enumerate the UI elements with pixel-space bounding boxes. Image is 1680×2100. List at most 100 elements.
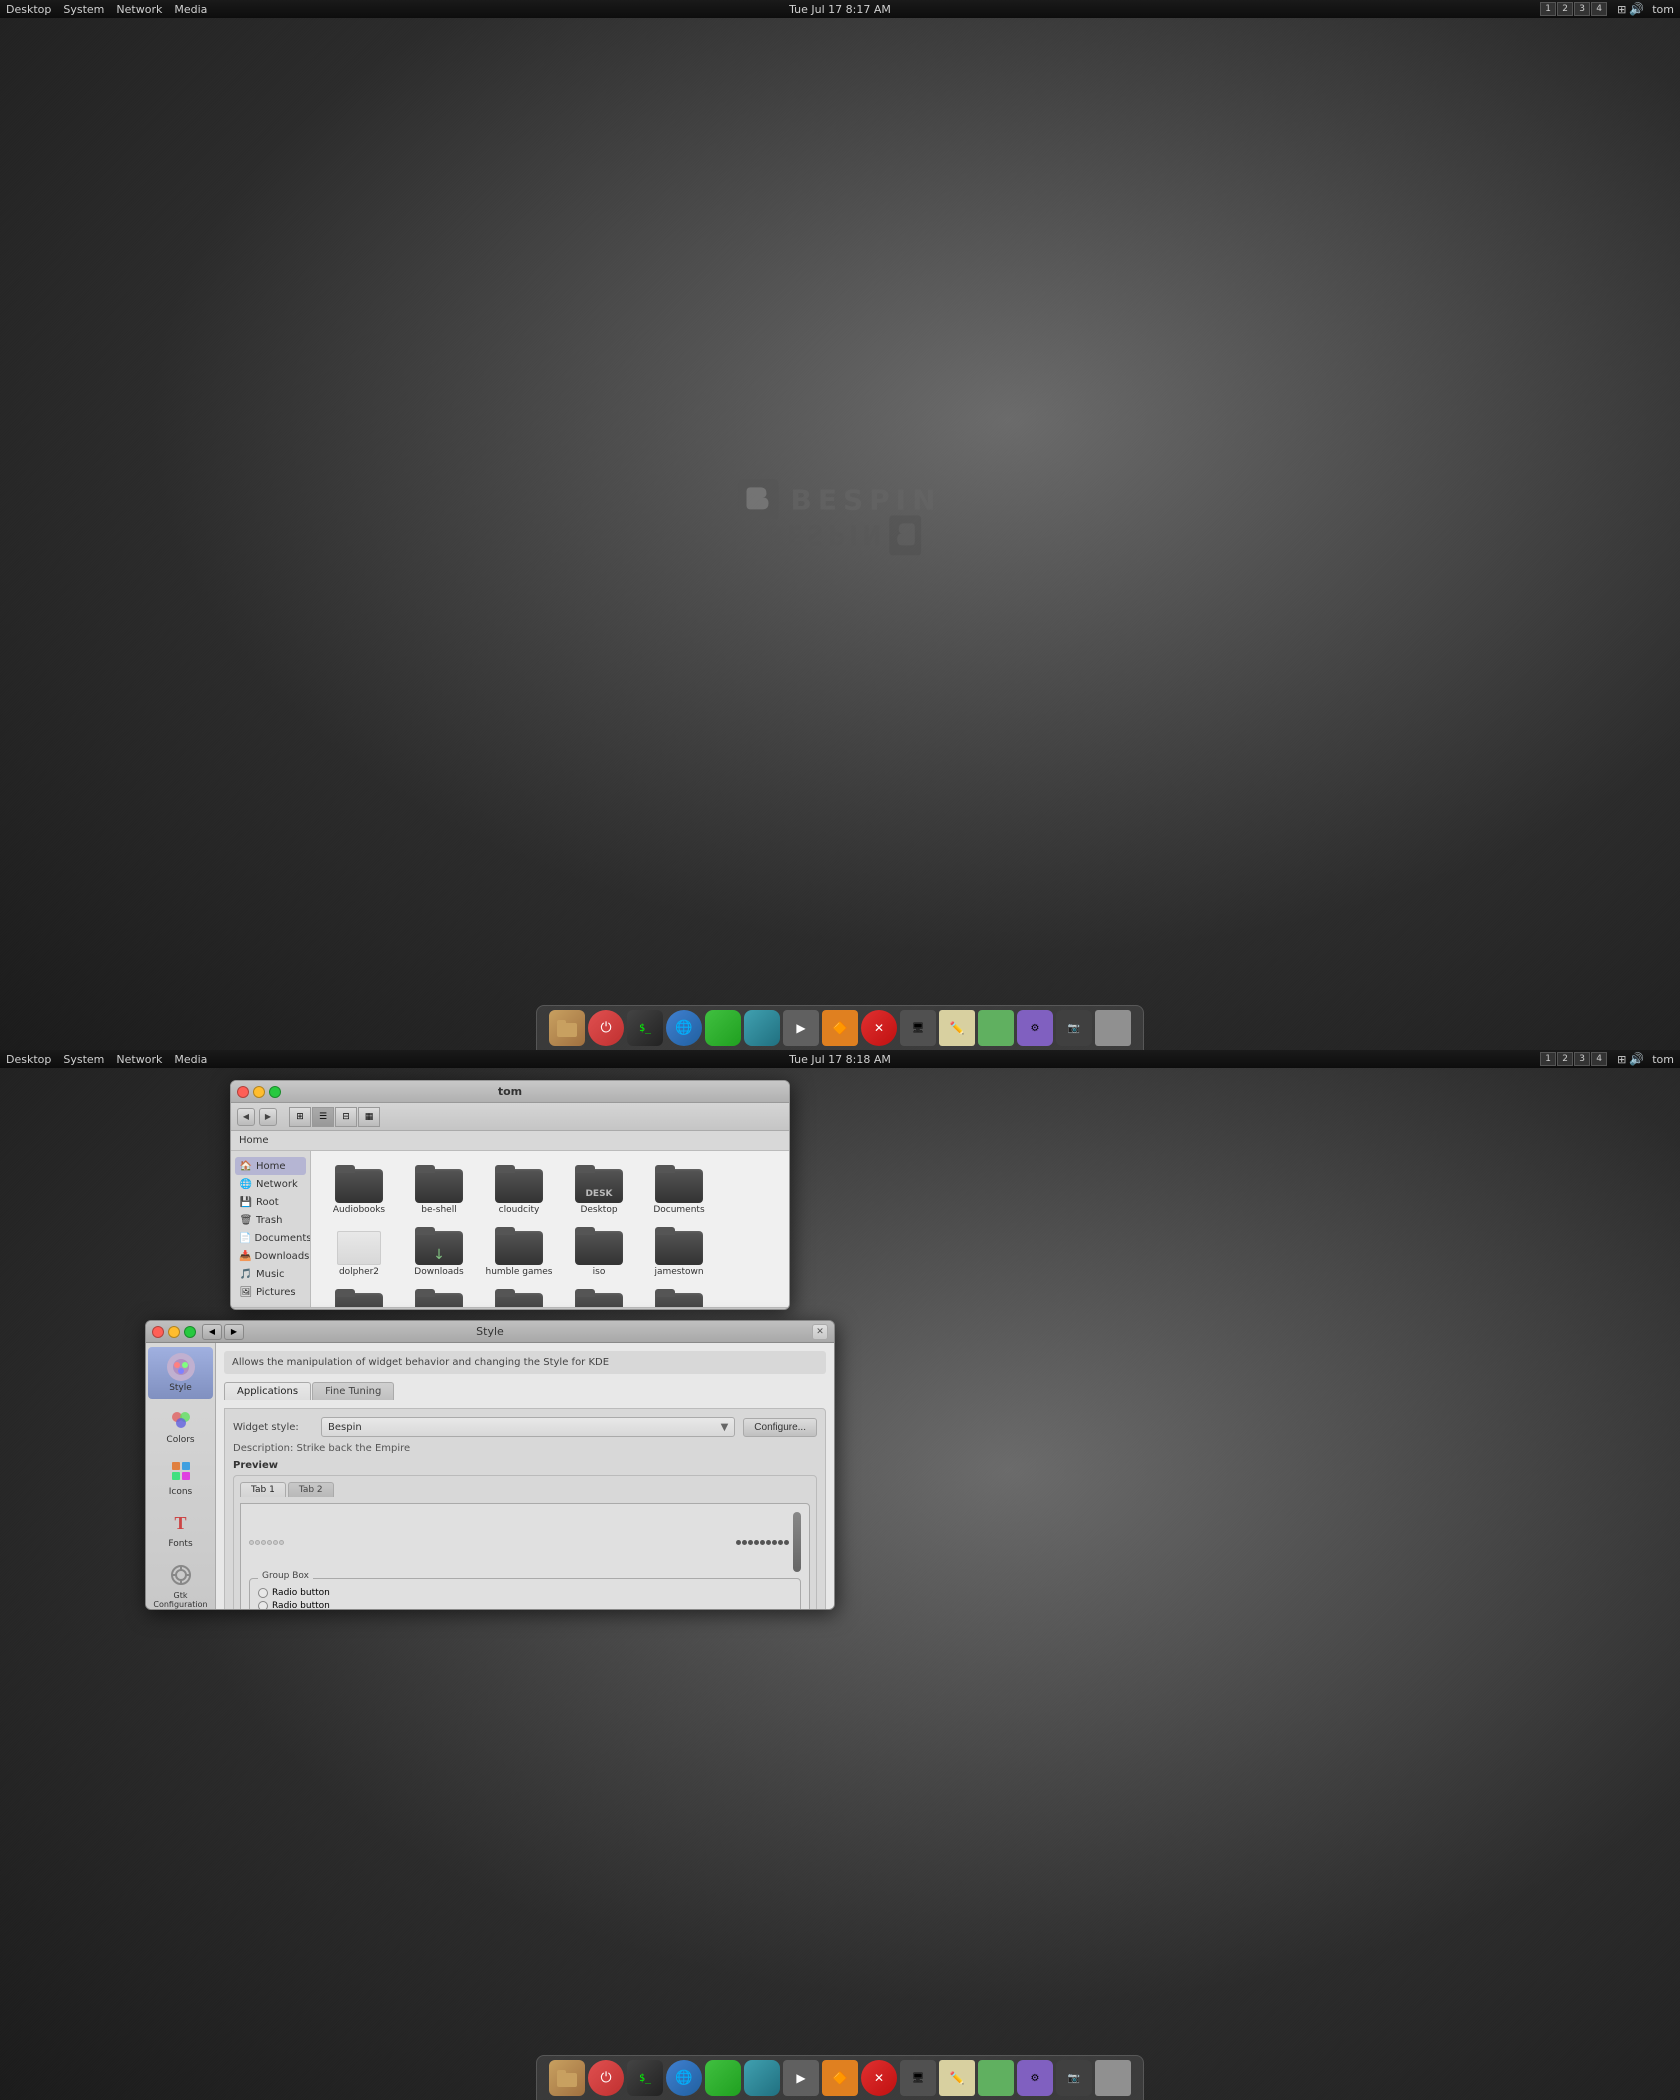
workspace-b3[interactable]: 3: [1574, 1052, 1590, 1066]
menu-system-b[interactable]: System: [63, 1053, 104, 1066]
scrollbar-preview[interactable]: [793, 1512, 801, 1572]
file-item-lightgreyness[interactable]: Light-Greyness: [481, 1285, 557, 1307]
dock-b-app3-icon[interactable]: [978, 2060, 1014, 2096]
dock-folder-icon[interactable]: [549, 1010, 585, 1046]
column-view-button[interactable]: ⊟: [335, 1107, 357, 1127]
dock-power-icon[interactable]: ⏻: [588, 1010, 624, 1046]
style-max-btn[interactable]: [184, 1326, 196, 1338]
workspace-b2[interactable]: 2: [1557, 1052, 1573, 1066]
file-item-jamestown[interactable]: jamestown: [641, 1223, 717, 1281]
menu-network-b[interactable]: Network: [116, 1053, 162, 1066]
workspace-4[interactable]: 4: [1591, 2, 1607, 16]
file-item-mygsthemes[interactable]: my gs themes: [641, 1285, 717, 1307]
menu-media[interactable]: Media: [174, 3, 207, 16]
close-button[interactable]: [237, 1086, 249, 1098]
sidebar-item-network[interactable]: 🌐 Network: [235, 1175, 306, 1193]
dock-b-power-icon[interactable]: ⏻: [588, 2060, 624, 2096]
dock-video-icon[interactable]: ▶: [783, 1010, 819, 1046]
dock-b-folder-icon[interactable]: [549, 2060, 585, 2096]
sidebar-item-trash[interactable]: 🗑 Trash: [235, 1211, 306, 1229]
menu-desktop[interactable]: Desktop: [6, 3, 51, 16]
preview-tab1[interactable]: Tab 1: [240, 1482, 286, 1497]
dock-pen-icon[interactable]: ✏️: [939, 1010, 975, 1046]
sidebar-item-fonts[interactable]: T Fonts: [148, 1503, 213, 1555]
dock-app3-icon[interactable]: [978, 1010, 1014, 1046]
back-button[interactable]: ◀: [237, 1108, 255, 1126]
sidebar-item-icons[interactable]: Icons: [148, 1451, 213, 1503]
dock-app2-icon[interactable]: [744, 1010, 780, 1046]
dock-vlc-icon[interactable]: 🔶: [822, 1010, 858, 1046]
widget-style-select[interactable]: Bespin ▼: [321, 1417, 735, 1437]
configure-button[interactable]: Configure...: [743, 1418, 817, 1437]
sidebar-item-downloads[interactable]: 📥 Downloads: [235, 1247, 306, 1265]
sidebar-item-gtk[interactable]: Gtk Configuration: [148, 1555, 213, 1610]
preview-view-button[interactable]: ▦: [358, 1107, 380, 1127]
style-back-btn[interactable]: ◀: [202, 1324, 222, 1340]
detail-view-button[interactable]: ☰: [312, 1107, 334, 1127]
sidebar-item-home[interactable]: 🏠 Home: [235, 1157, 306, 1175]
radio2-circle[interactable]: [258, 1601, 268, 1609]
sidebar-item-root[interactable]: 💾 Root: [235, 1193, 306, 1211]
sidebar-item-music[interactable]: 🎵 Music: [235, 1265, 306, 1283]
tab-fine-tuning[interactable]: Fine Tuning: [312, 1382, 394, 1400]
workspace-1[interactable]: 1: [1540, 2, 1556, 16]
sidebar-item-pictures[interactable]: 🖼 Pictures: [235, 1283, 306, 1301]
dock-clipboard-icon[interactable]: [1095, 1010, 1131, 1046]
dock-b-camera-icon[interactable]: 📷: [1056, 2060, 1092, 2096]
file-item-audiobooks[interactable]: Audiobooks: [321, 1161, 397, 1219]
dock-b-pen-icon[interactable]: ✏️: [939, 2060, 975, 2096]
file-item-kmymoney[interactable]: kmymoney backup: [401, 1285, 477, 1307]
dock-stop-icon[interactable]: ✕: [861, 1010, 897, 1046]
file-item-beshell[interactable]: be-shell: [401, 1161, 477, 1219]
file-item-desktop[interactable]: DESK Desktop: [561, 1161, 637, 1219]
radio1-circle[interactable]: [258, 1588, 268, 1598]
sidebar-item-colors[interactable]: Colors: [148, 1399, 213, 1451]
style-min-btn[interactable]: [168, 1326, 180, 1338]
file-item-humblegames[interactable]: humble games: [481, 1223, 557, 1281]
menu-media-b[interactable]: Media: [174, 1053, 207, 1066]
dock-display-icon[interactable]: 🖥: [900, 1010, 936, 1046]
file-item-iso[interactable]: iso: [561, 1223, 637, 1281]
dock-b-app2-icon[interactable]: [744, 2060, 780, 2096]
file-item-documents[interactable]: Documents: [641, 1161, 717, 1219]
sidebar-item-style[interactable]: Style: [148, 1347, 213, 1399]
forward-button[interactable]: ▶: [259, 1108, 277, 1126]
dock-b-display-icon[interactable]: 🖥: [900, 2060, 936, 2096]
file-item-music[interactable]: Music: [561, 1285, 637, 1307]
dock-b-terminal-icon[interactable]: $_: [627, 2060, 663, 2096]
dock-terminal-icon[interactable]: $_: [627, 1010, 663, 1046]
dock-browser-icon[interactable]: 🌐: [666, 1010, 702, 1046]
dock-b-stop-icon[interactable]: ✕: [861, 2060, 897, 2096]
speaker-icon[interactable]: 🔊: [1629, 2, 1644, 16]
dock-b-vlc-icon[interactable]: 🔶: [822, 2060, 858, 2096]
dock-b-video-icon[interactable]: ▶: [783, 2060, 819, 2096]
file-item-cloudcity[interactable]: cloudcity: [481, 1161, 557, 1219]
dock-b-app1-icon[interactable]: [705, 2060, 741, 2096]
dock-b-kde-icon[interactable]: ⚙: [1017, 2060, 1053, 2096]
file-item-dolpher2[interactable]: dolpher2: [321, 1223, 397, 1281]
file-item-downloads[interactable]: ↓ Downloads: [401, 1223, 477, 1281]
workspace-3[interactable]: 3: [1574, 2, 1590, 16]
dock-kde-icon[interactable]: ⚙: [1017, 1010, 1053, 1046]
minimize-button[interactable]: [253, 1086, 265, 1098]
dock-b-browser-icon[interactable]: 🌐: [666, 2060, 702, 2096]
menu-system[interactable]: System: [63, 3, 104, 16]
breadcrumb-home[interactable]: Home: [239, 1135, 269, 1146]
dock-app1-icon[interactable]: [705, 1010, 741, 1046]
workspace-2[interactable]: 2: [1557, 2, 1573, 16]
dock-b-clipboard-icon[interactable]: [1095, 2060, 1131, 2096]
tab-applications[interactable]: Applications: [224, 1382, 311, 1400]
menu-desktop-b[interactable]: Desktop: [6, 1053, 51, 1066]
file-item-keypass[interactable]: keypass: [321, 1285, 397, 1307]
speaker-icon-b[interactable]: 🔊: [1629, 1052, 1644, 1066]
workspace-b1[interactable]: 1: [1540, 1052, 1556, 1066]
maximize-button[interactable]: [269, 1086, 281, 1098]
style-close-btn[interactable]: [152, 1326, 164, 1338]
preview-tab2[interactable]: Tab 2: [288, 1482, 334, 1497]
icon-view-button[interactable]: ⊞: [289, 1107, 311, 1127]
sidebar-item-documents[interactable]: 📄 Documents: [235, 1229, 306, 1247]
workspace-b4[interactable]: 4: [1591, 1052, 1607, 1066]
menu-network[interactable]: Network: [116, 3, 162, 16]
dock-camera-icon[interactable]: 📷: [1056, 1010, 1092, 1046]
style-forward-btn[interactable]: ▶: [224, 1324, 244, 1340]
